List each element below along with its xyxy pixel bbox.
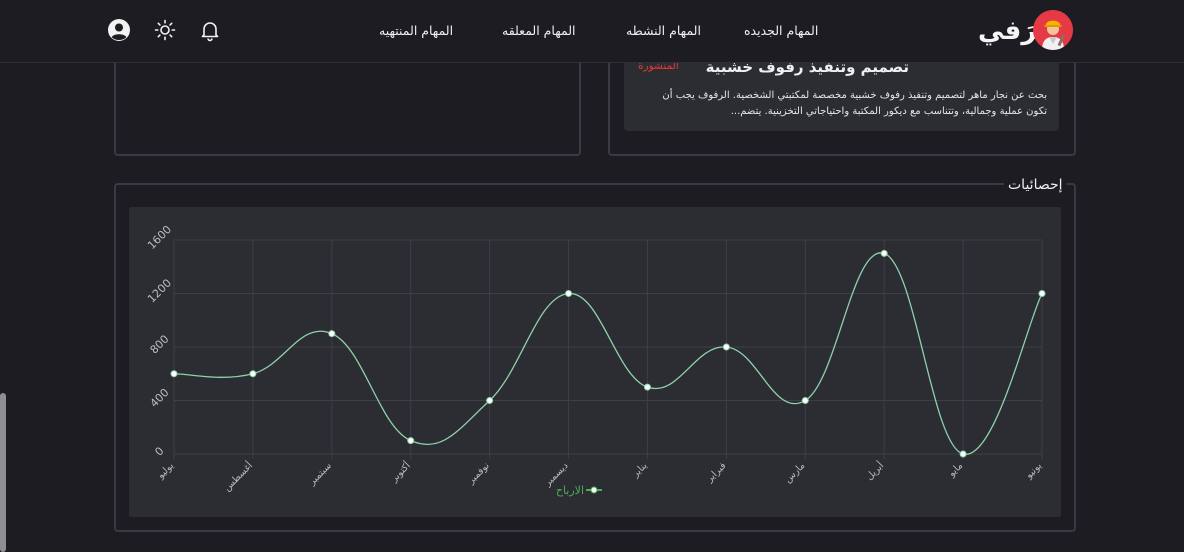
x-tick-label: أغسطس bbox=[220, 459, 255, 494]
y-tick-label: 0 bbox=[152, 444, 166, 458]
y-tick-label: 400 bbox=[148, 386, 172, 410]
y-tick-label: 1200 bbox=[145, 277, 174, 306]
data-point bbox=[643, 383, 651, 391]
series-line-profits bbox=[173, 252, 1043, 455]
data-point bbox=[1038, 290, 1046, 297]
x-tick-label: يونيو bbox=[1023, 460, 1044, 481]
x-tick-label: فبراير bbox=[704, 460, 729, 485]
x-tick-label: يناير bbox=[630, 460, 650, 480]
user-circle-icon[interactable] bbox=[107, 18, 131, 42]
data-point bbox=[722, 343, 730, 351]
data-point bbox=[170, 370, 178, 378]
x-tick-label: مارس bbox=[783, 460, 808, 485]
task-description: بحث عن نجار ماهر لتصميم وتنفيذ رفوف خشبي… bbox=[662, 90, 1047, 117]
data-point bbox=[249, 370, 257, 378]
profit-line-chart: 0 400 800 1200 1600 يوليو أغسطس سبتمبر أكتوبر نوف… bbox=[145, 223, 1046, 497]
data-point bbox=[880, 249, 888, 257]
x-tick-label: أبريل bbox=[863, 459, 887, 483]
bell-icon[interactable] bbox=[198, 18, 222, 42]
data-point bbox=[407, 437, 415, 445]
top-navbar: المهام المنتهيه المهام المعلقه المهام ال… bbox=[0, 0, 1184, 63]
x-tick-label: أكتوبر bbox=[387, 459, 413, 485]
stats-section-title: إحصائيات bbox=[1004, 175, 1067, 195]
nav-active-tasks[interactable]: المهام النشطه bbox=[626, 23, 701, 38]
data-point bbox=[565, 290, 573, 297]
brand-logo[interactable] bbox=[1033, 10, 1073, 50]
x-tick-label: يوليو bbox=[155, 460, 177, 482]
sun-icon[interactable] bbox=[153, 18, 177, 42]
nav-finished-tasks[interactable]: المهام المنتهيه bbox=[379, 23, 453, 38]
page-scrollbar[interactable] bbox=[0, 393, 6, 552]
x-tick-label: نوفمبر bbox=[465, 460, 492, 487]
data-point bbox=[959, 450, 967, 458]
y-tick-label: 800 bbox=[148, 333, 172, 357]
legend-marker bbox=[590, 486, 598, 494]
nav-new-tasks[interactable]: المهام الجديده bbox=[744, 23, 818, 38]
x-tick-label: مايو bbox=[946, 460, 965, 479]
nav-pending-tasks[interactable]: المهام المعلقه bbox=[502, 23, 576, 38]
task-item[interactable]: تصميم وتنفيذ رفوف خشبية المنشورة بحث عن … bbox=[624, 58, 1059, 131]
y-tick-label: 1600 bbox=[145, 223, 174, 252]
data-point bbox=[486, 397, 494, 404]
x-tick-label: سبتمبر bbox=[306, 460, 334, 488]
legend-label: الارباح bbox=[556, 484, 584, 497]
data-point bbox=[801, 397, 809, 404]
chart-panel: 0 400 800 1200 1600 يوليو أغسطس سبتمبر أكتوبر نوف… bbox=[129, 207, 1061, 517]
data-point bbox=[328, 330, 336, 338]
